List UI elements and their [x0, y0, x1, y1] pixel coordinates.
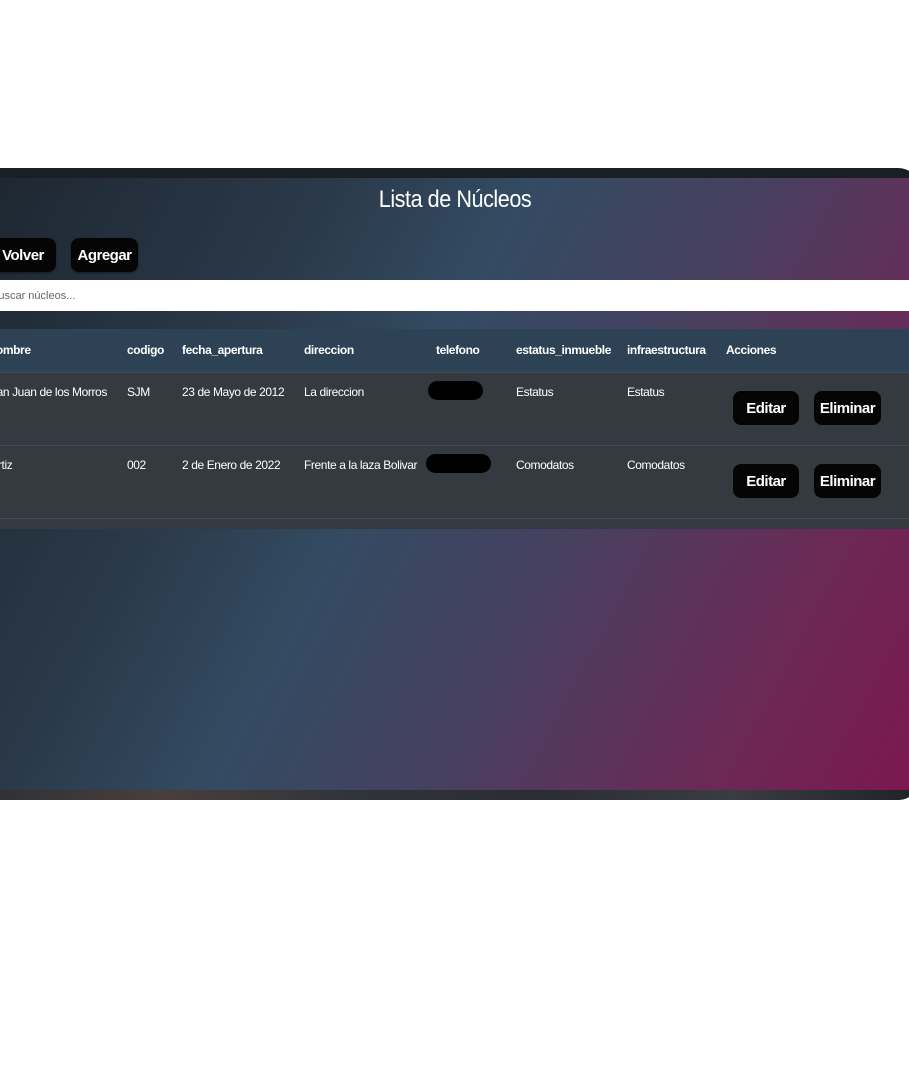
- delete-button[interactable]: Eliminar: [814, 391, 881, 425]
- cell-fecha-apertura: 2 de Enero de 2022: [182, 458, 281, 472]
- back-button[interactable]: Volver: [0, 238, 56, 272]
- cell-direccion: Frente a la laza Bolivar: [304, 458, 418, 472]
- cell-nombre: Ortiz: [0, 458, 13, 472]
- column-header-telefono: telefono: [436, 343, 480, 357]
- nucleos-table: nombre codigo fecha_apertura direccion t…: [0, 329, 909, 529]
- cell-telefono-redacted: [428, 381, 483, 400]
- column-header-estatus-inmueble: estatus_inmueble: [516, 343, 611, 357]
- column-header-direccion: direccion: [304, 343, 354, 357]
- cell-codigo: 002: [127, 458, 146, 472]
- table-row: San Juan de los Morros SJM 23 de Mayo de…: [0, 373, 909, 446]
- table-row: Ortiz 002 2 de Enero de 2022 Frente a la…: [0, 446, 909, 519]
- column-header-acciones: Acciones: [726, 343, 777, 357]
- column-header-codigo: codigo: [127, 343, 164, 357]
- column-header-infraestructura: infraestructura: [627, 343, 706, 357]
- cell-estatus-inmueble: Estatus: [516, 385, 554, 399]
- column-header-nombre: nombre: [0, 343, 31, 357]
- page-title: Lista de Núcleos: [378, 186, 532, 213]
- delete-button[interactable]: Eliminar: [814, 464, 881, 498]
- cell-direccion: La direccion: [304, 385, 364, 399]
- cell-infraestructura: Comodatos: [627, 458, 685, 472]
- edit-button[interactable]: Editar: [733, 391, 799, 425]
- edit-button[interactable]: Editar: [733, 464, 799, 498]
- cell-nombre: San Juan de los Morros: [0, 385, 107, 399]
- column-header-fecha-apertura: fecha_apertura: [182, 343, 263, 357]
- cell-telefono-redacted: [426, 454, 491, 473]
- cell-fecha-apertura: 23 de Mayo de 2012: [182, 385, 285, 399]
- main-panel: Lista de Núcleos Volver Agregar nombre c…: [0, 178, 909, 790]
- table-header: nombre codigo fecha_apertura direccion t…: [0, 329, 909, 373]
- window-bottom-edge: [0, 790, 909, 800]
- add-button[interactable]: Agregar: [71, 238, 138, 272]
- cell-codigo: SJM: [127, 385, 150, 399]
- app-window: Lista de Núcleos Volver Agregar nombre c…: [0, 168, 909, 800]
- cell-infraestructura: Estatus: [627, 385, 665, 399]
- cell-estatus-inmueble: Comodatos: [516, 458, 574, 472]
- search-input[interactable]: [0, 280, 909, 311]
